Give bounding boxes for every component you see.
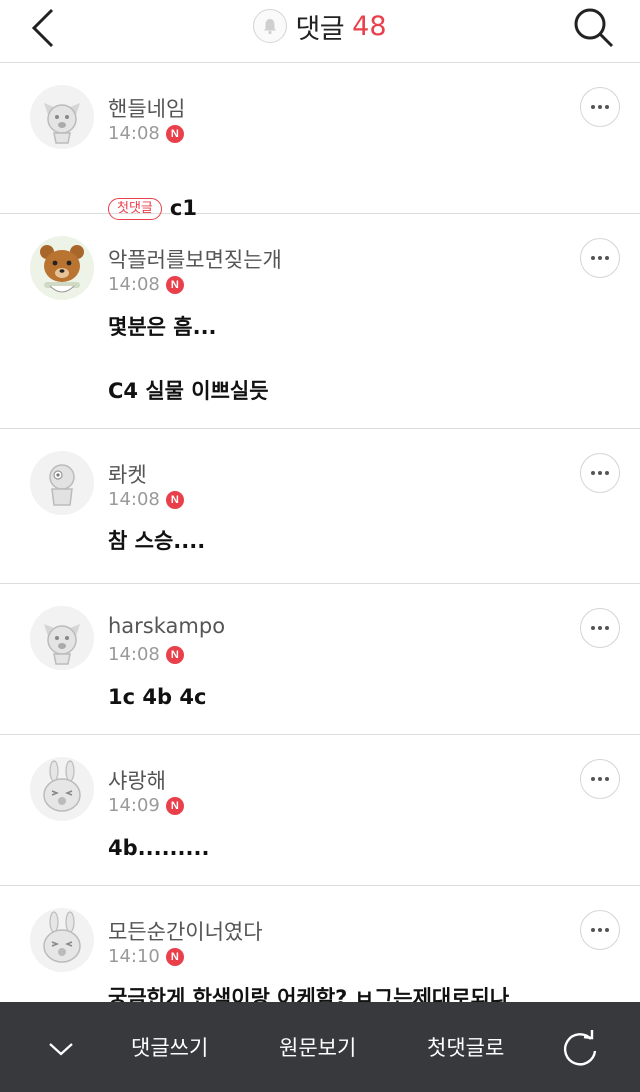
comment-meta: 14:08 N — [108, 123, 184, 144]
comment-item: 악플러를보면짖는개 14:08 N 몇분은 흠... C4 실물 이쁘실듯 — [0, 214, 640, 429]
refresh-icon — [563, 1030, 597, 1066]
more-dots-icon — [591, 105, 609, 109]
refresh-button[interactable] — [558, 1027, 602, 1071]
new-badge: N — [165, 947, 184, 966]
avatar[interactable] — [30, 236, 94, 300]
more-options-button[interactable] — [580, 910, 620, 950]
comment-username[interactable]: 롸켓 — [108, 459, 147, 489]
avatar[interactable] — [30, 606, 94, 670]
new-badge: N — [165, 275, 184, 294]
notification-toggle[interactable] — [253, 9, 288, 43]
rabbit-avatar-icon — [30, 908, 94, 972]
more-dots-icon — [591, 928, 609, 932]
comment-username[interactable]: 모든순간이너였다 — [108, 916, 263, 946]
write-comment-button[interactable]: 댓글쓰기 — [131, 1032, 208, 1062]
comment-text: 참 스승.... — [108, 529, 206, 553]
comment-username[interactable]: 핸들네임 — [108, 93, 185, 123]
comment-text: 1c 4b 4c — [108, 685, 207, 709]
comment-item: harskampo 14:08 N 1c 4b 4c — [0, 584, 640, 735]
more-options-button[interactable] — [580, 453, 620, 493]
chevron-down-icon — [49, 1043, 73, 1056]
new-badge: N — [165, 796, 184, 815]
comment-meta: 14:08 N — [108, 644, 184, 665]
comment-item: 샤랑해 14:09 N 4b......... — [0, 735, 640, 886]
comment-username[interactable]: harskampo — [108, 614, 225, 638]
comment-username[interactable]: 샤랑해 — [108, 765, 166, 795]
comment-item: 핸들네임 14:08 N 첫댓글 c1 — [0, 63, 640, 220]
search-button[interactable] — [570, 4, 618, 52]
view-original-button[interactable]: 원문보기 — [279, 1032, 356, 1062]
bear-avatar-icon — [30, 236, 94, 300]
comment-count: 48 — [352, 10, 387, 42]
new-badge: N — [165, 124, 184, 143]
dog-avatar-icon — [30, 85, 94, 149]
bell-icon — [264, 19, 277, 35]
comment-time: 14:08 — [108, 489, 160, 510]
avatar[interactable] — [30, 757, 94, 821]
comment-list: 핸들네임 14:08 N 첫댓글 c1 악플러를보면짖는개 14:08 N 몇분… — [0, 63, 640, 1046]
character-avatar-icon — [30, 451, 94, 515]
search-icon — [574, 8, 614, 48]
comment-item: 롸켓 14:08 N 참 스승.... — [0, 429, 640, 584]
comment-time: 14:08 — [108, 274, 160, 295]
header-bar: 댓글 48 — [0, 0, 640, 63]
comment-time: 14:09 — [108, 795, 160, 816]
more-options-button[interactable] — [580, 87, 620, 127]
more-dots-icon — [591, 256, 609, 260]
more-options-button[interactable] — [580, 759, 620, 799]
comment-meta: 14:08 N — [108, 274, 184, 295]
more-dots-icon — [591, 626, 609, 630]
collapse-button[interactable] — [44, 1032, 78, 1066]
page-title: 댓글 48 — [0, 8, 640, 45]
comment-meta: 14:08 N — [108, 489, 184, 510]
comment-meta: 14:10 N — [108, 946, 184, 967]
dog-avatar-icon — [30, 606, 94, 670]
new-badge: N — [165, 490, 184, 509]
first-comment-button[interactable]: 첫댓글로 — [427, 1032, 504, 1062]
avatar[interactable] — [30, 908, 94, 972]
comment-time: 14:08 — [108, 123, 160, 144]
more-dots-icon — [591, 777, 609, 781]
avatar[interactable] — [30, 85, 94, 149]
comment-text: 4b......... — [108, 836, 210, 860]
new-badge: N — [165, 645, 184, 664]
avatar[interactable] — [30, 451, 94, 515]
rabbit-avatar-icon — [30, 757, 94, 821]
comment-time: 14:08 — [108, 644, 160, 665]
comment-meta: 14:09 N — [108, 795, 184, 816]
bottom-toolbar: 댓글쓰기 원문보기 첫댓글로 — [0, 1002, 640, 1092]
comment-text: 몇분은 흠... C4 실물 이쁘실듯 — [108, 315, 269, 403]
comment-time: 14:10 — [108, 946, 160, 967]
more-dots-icon — [591, 471, 609, 475]
more-options-button[interactable] — [580, 608, 620, 648]
comment-username[interactable]: 악플러를보면짖는개 — [108, 244, 282, 274]
title-label: 댓글 — [295, 13, 345, 45]
more-options-button[interactable] — [580, 238, 620, 278]
